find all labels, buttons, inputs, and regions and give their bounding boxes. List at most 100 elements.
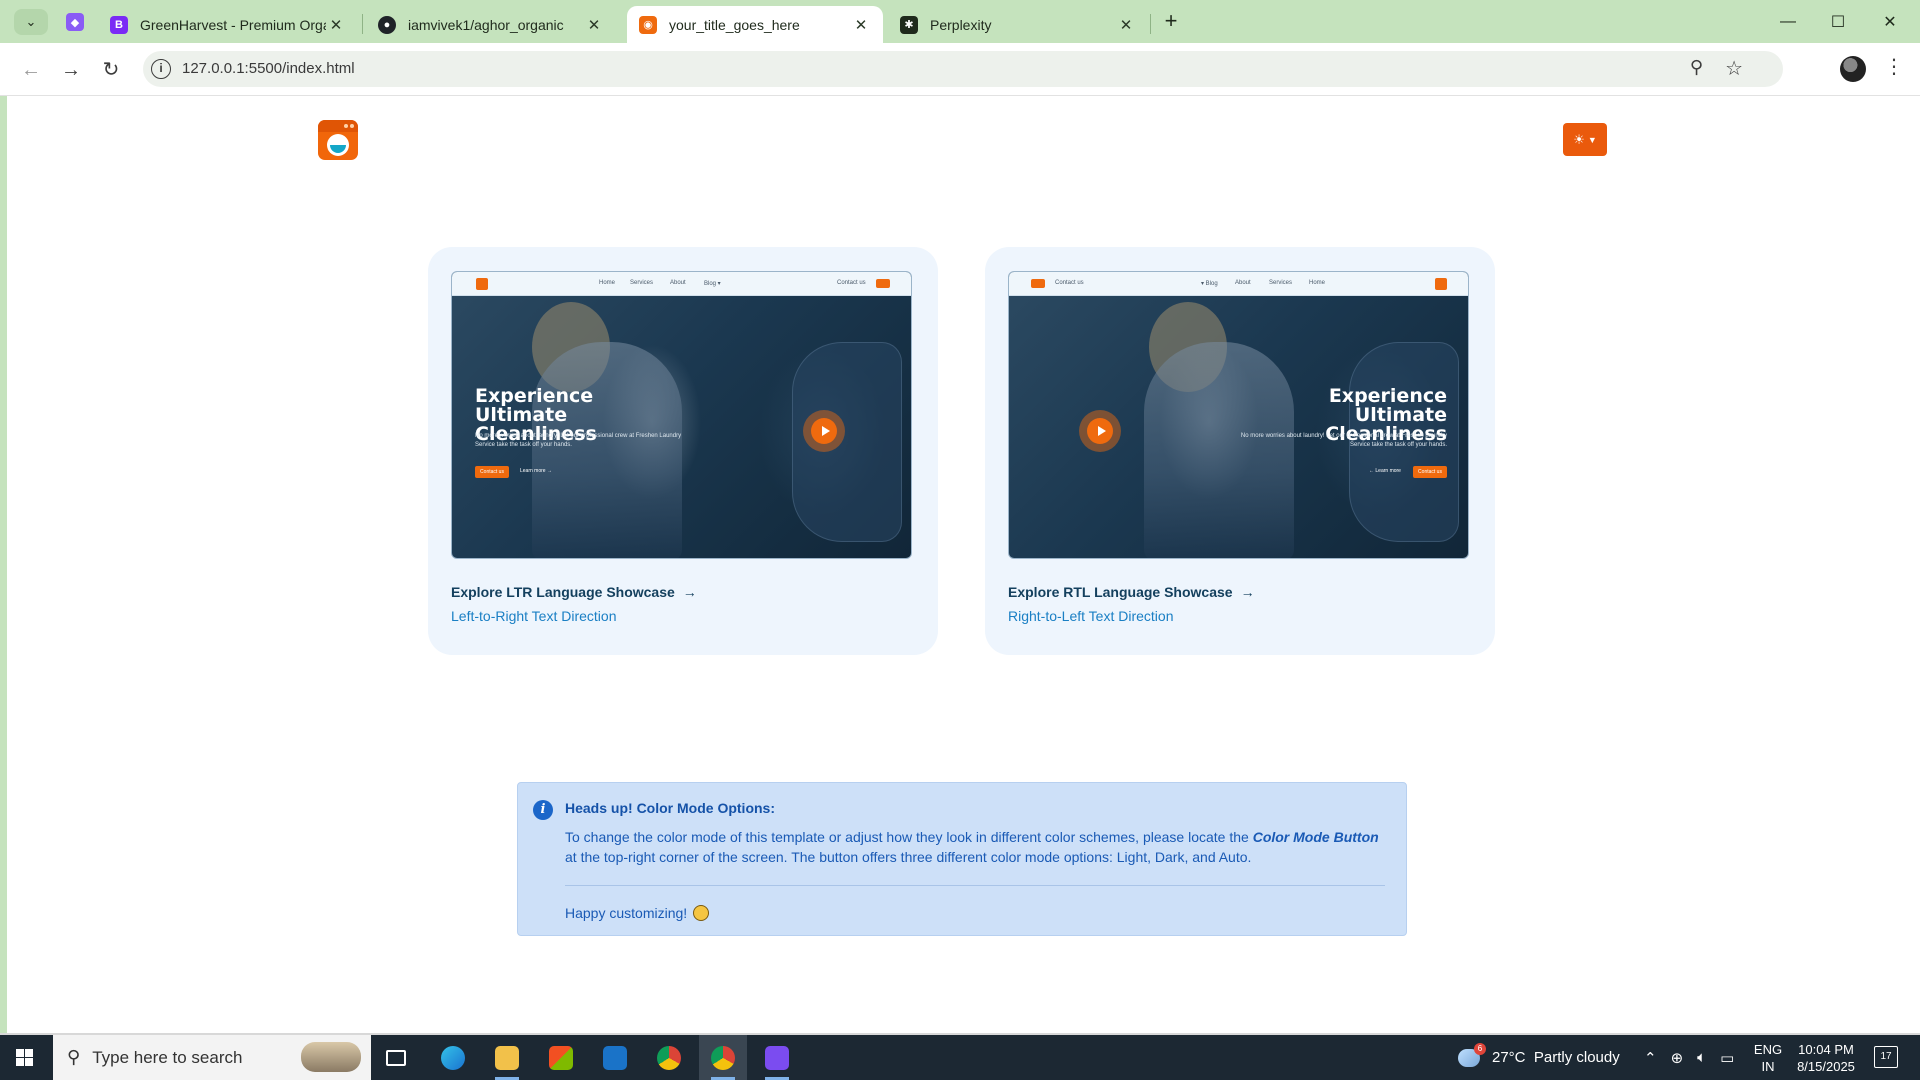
sun-icon: ☀ <box>1573 131 1585 147</box>
tab-separator <box>1150 14 1151 34</box>
color-mode-alert: i Heads up! Color Mode Options: To chang… <box>517 782 1407 936</box>
site-logo[interactable] <box>318 120 358 160</box>
alert-divider <box>565 885 1385 886</box>
close-icon[interactable]: ✕ <box>1116 16 1136 34</box>
close-icon[interactable]: ✕ <box>326 16 346 34</box>
preview-nav-item: ▾ Blog <box>1201 281 1218 287</box>
preview-learn-more: ← Learn more <box>1369 468 1401 474</box>
ltr-showcase-card[interactable]: Home Services About Blog ▾ Contact us Ex… <box>428 247 938 655</box>
clock-date: 8/15/2025 <box>1797 1059 1855 1074</box>
info-icon: i <box>533 800 553 820</box>
tab-separator <box>362 14 363 34</box>
windows-taskbar: ⚲ Type here to search 6 27°C Partly clou… <box>0 1035 1920 1080</box>
preview-contact-button: Contact us <box>1413 466 1447 478</box>
taskbar-app[interactable] <box>753 1035 801 1080</box>
rtl-preview-image[interactable]: Contact us ▾ Blog About Services Home Ex… <box>1008 271 1469 559</box>
start-button[interactable] <box>0 1035 48 1080</box>
tab-github[interactable]: ● iamvivek1/aghor_organic ✕ <box>366 6 616 43</box>
tab-perplexity[interactable]: ✱ Perplexity ✕ <box>888 6 1148 43</box>
tab-search-button[interactable]: ⌄ <box>14 9 48 35</box>
cloud-sun-icon: 6 <box>1458 1042 1486 1067</box>
rtl-showcase-card[interactable]: Contact us ▾ Blog About Services Home Ex… <box>985 247 1495 655</box>
preview-nav-item: Home <box>599 280 616 286</box>
preview-play-button <box>803 410 845 452</box>
bootstrap-icon: B <box>110 15 128 34</box>
close-icon[interactable]: ✕ <box>851 16 871 34</box>
store-icon <box>549 1045 573 1070</box>
language-code: ENG <box>1753 1042 1783 1057</box>
taskbar-outlook[interactable] <box>591 1035 639 1080</box>
alert-body-text: To change the color mode of this templat… <box>565 829 1253 845</box>
preview-contact-button: Contact us <box>475 466 509 478</box>
preview-nav-item: Services <box>1269 280 1293 286</box>
pinned-tab[interactable]: ◆ <box>60 9 90 35</box>
taskbar-clock[interactable]: 10:04 PM 8/15/2025 <box>1786 1041 1866 1075</box>
card-title: Explore LTR Language Showcase <box>451 584 675 600</box>
browser-menu-icon[interactable]: ⋮ <box>1884 54 1904 79</box>
taskbar-edge[interactable] <box>429 1035 477 1080</box>
tab-active-page[interactable]: ◉ your_title_goes_here ✕ <box>627 6 883 43</box>
preview-logo <box>476 278 488 290</box>
taskbar-store[interactable] <box>537 1035 585 1080</box>
clock-time: 10:04 PM <box>1798 1042 1854 1057</box>
rtl-showcase-link[interactable]: Explore RTL Language Showcase → <box>1008 584 1255 600</box>
chrome-profile-icon <box>711 1045 735 1070</box>
emoji-icon <box>693 905 710 921</box>
close-icon[interactable]: ✕ <box>584 16 604 34</box>
tab-title: iamvivek1/aghor_organic <box>408 16 564 33</box>
volume-icon[interactable]: 🔈︎ <box>1697 1049 1706 1066</box>
windows-logo-icon <box>15 1049 33 1066</box>
bookmark-star-icon[interactable]: ☆ <box>1725 56 1743 81</box>
site-info-icon[interactable]: i <box>151 59 171 79</box>
profile-avatar[interactable] <box>1840 56 1866 82</box>
logo-dot <box>344 124 348 128</box>
task-view-icon <box>386 1049 406 1066</box>
taskbar-chrome[interactable] <box>645 1035 693 1080</box>
address-url[interactable]: 127.0.0.1:5500/index.html <box>182 60 355 77</box>
zoom-icon[interactable]: ⚲ <box>1690 57 1703 78</box>
network-icon[interactable]: ⊕ <box>1671 1049 1684 1067</box>
tab-title: Perplexity <box>930 16 992 33</box>
taskbar-search-box[interactable]: ⚲ Type here to search <box>53 1035 371 1080</box>
preview-subtext: No more worries about laundry! Let our p… <box>1240 433 1447 448</box>
search-highlight-image <box>301 1042 361 1072</box>
browser-tab-strip: ⌄ ◆ B GreenHarvest - Premium Organ ✕ ● i… <box>0 0 1920 43</box>
notification-center-button[interactable]: 17 <box>1874 1046 1898 1068</box>
preview-nav-item: About <box>670 280 686 286</box>
arrow-right-icon: → <box>682 584 697 600</box>
github-icon: ● <box>378 15 396 34</box>
language-indicator[interactable]: ENG IN <box>1752 1041 1784 1075</box>
card-subtitle: Right-to-Left Text Direction <box>1008 608 1174 624</box>
alert-heading: Heads up! Color Mode Options: <box>565 800 775 816</box>
alert-footer: Happy customizing! <box>565 905 710 921</box>
address-bar[interactable]: i 127.0.0.1:5500/index.html ⚲ ☆ <box>143 51 1783 87</box>
task-view-button[interactable] <box>372 1035 420 1080</box>
ltr-showcase-link[interactable]: Explore LTR Language Showcase → <box>451 584 697 600</box>
maximize-button[interactable]: ☐ <box>1813 0 1863 43</box>
preview-header: Contact us ▾ Blog About Services Home <box>1009 272 1468 296</box>
browser-toolbar: ← → ↻ i 127.0.0.1:5500/index.html ⚲ ☆ ⋮ <box>0 43 1920 96</box>
tab-greenharvest[interactable]: B GreenHarvest - Premium Organ ✕ <box>98 6 358 43</box>
preview-contact-link: Contact us <box>1055 280 1084 286</box>
minimize-button[interactable]: — <box>1763 0 1813 43</box>
edge-icon <box>441 1045 465 1070</box>
alert-body-text: at the top-right corner of the screen. T… <box>565 849 1252 865</box>
ltr-preview-image[interactable]: Home Services About Blog ▾ Contact us Ex… <box>451 271 912 559</box>
weather-text: 27°C Partly cloudy <box>1492 1049 1620 1066</box>
preview-nav-item: Home <box>1309 280 1326 286</box>
region-code: IN <box>1761 1059 1775 1074</box>
new-tab-button[interactable]: + <box>1158 8 1184 34</box>
close-window-button[interactable]: ✕ <box>1865 0 1915 43</box>
battery-icon[interactable]: ▭ <box>1720 1049 1734 1067</box>
taskbar-chrome-profile[interactable] <box>699 1035 747 1080</box>
taskbar-file-explorer[interactable] <box>483 1035 531 1080</box>
forward-button[interactable]: → <box>58 57 84 83</box>
chevron-up-icon[interactable]: ⌃ <box>1644 1049 1657 1067</box>
perplexity-icon: ✱ <box>900 15 918 34</box>
reload-button[interactable]: ↻ <box>98 57 124 83</box>
weather-widget[interactable]: 6 27°C Partly cloudy <box>1458 1035 1620 1080</box>
back-button[interactable]: ← <box>18 57 44 83</box>
play-icon <box>811 418 837 444</box>
preview-learn-more: Learn more → <box>520 468 552 474</box>
color-mode-button[interactable]: ☀ ▼ <box>1563 123 1607 156</box>
